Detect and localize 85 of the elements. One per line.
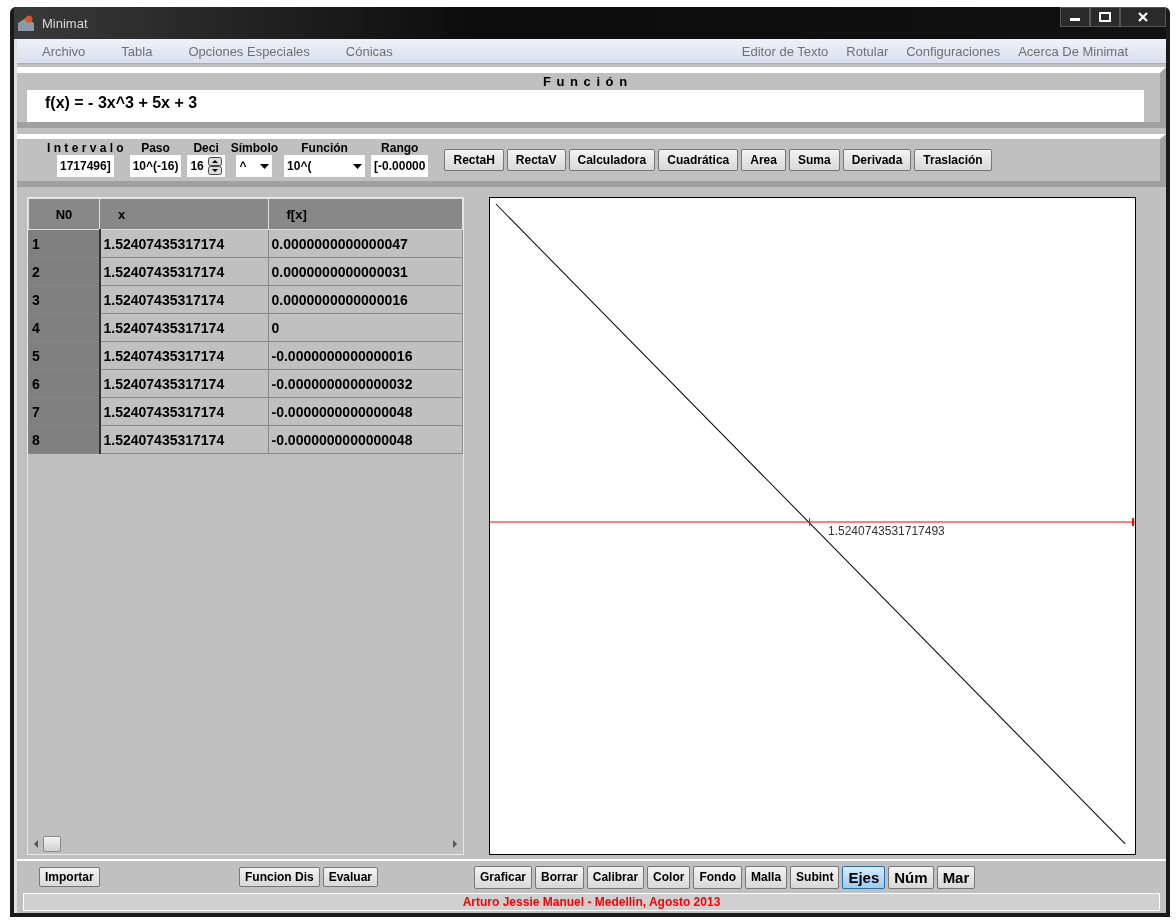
credits-text: Arturo Jessie Manuel - Medellin, Agosto 2013 xyxy=(462,895,721,909)
house-icon xyxy=(16,14,36,32)
maximize-button[interactable] xyxy=(1090,7,1120,27)
tool-button[interactable]: Area xyxy=(741,149,786,171)
menu-item[interactable]: Editor de Texto xyxy=(741,43,829,59)
table-cell: 1.52407435317174 xyxy=(99,397,268,426)
table-cell: 0.0000000000000047 xyxy=(268,229,463,258)
table-cell: 1.52407435317174 xyxy=(99,285,268,314)
table-cell: 1.52407435317174 xyxy=(99,313,268,342)
table-cell: 0.0000000000000031 xyxy=(268,257,463,286)
root-label: 1.5240743531717493 xyxy=(828,524,945,538)
plot-option-button[interactable]: Borrar xyxy=(535,865,584,889)
table-cell: 0 xyxy=(268,313,463,342)
row-header: 4 xyxy=(28,313,100,342)
spinner-arrows-icon xyxy=(207,157,222,175)
field-label: Paso xyxy=(141,141,170,155)
menu-item[interactable]: Opciones Especiales xyxy=(188,43,310,59)
row-header: 1 xyxy=(28,229,100,258)
dropdown-caret-icon xyxy=(353,163,363,169)
plot-option-button[interactable]: Ejes xyxy=(842,865,886,889)
field-label: I n t e r v a l o xyxy=(47,141,124,155)
row-header: 6 xyxy=(28,369,100,398)
menu-item[interactable]: Tabla xyxy=(121,43,153,59)
menu-item[interactable]: Rotular xyxy=(846,43,889,59)
plot-option-button[interactable]: Malla xyxy=(745,865,788,889)
plot-option-button[interactable]: Fondo xyxy=(693,865,743,889)
tool-button[interactable]: RectaV xyxy=(506,149,566,171)
row-header: 2 xyxy=(28,257,100,286)
scroll-right-icon xyxy=(451,839,459,849)
table-cell: -0.0000000000000048 xyxy=(268,397,463,426)
table-cell: 1.52407435317174 xyxy=(99,341,268,370)
dropdown[interactable]: ^ xyxy=(236,155,273,177)
plot-option-button[interactable]: Mar xyxy=(936,865,976,889)
table-cell: 1.52407435317174 xyxy=(99,425,268,454)
field-label: Rango xyxy=(381,141,419,155)
panel-heading: F u n c i ó n xyxy=(541,73,630,90)
column-header[interactable]: f[x] xyxy=(268,198,463,230)
tool-button[interactable]: Derivada xyxy=(842,149,912,171)
window-title: Minimat xyxy=(42,15,88,31)
tool-button[interactable]: RectaH xyxy=(444,149,504,171)
table-cell: -0.0000000000000032 xyxy=(268,369,463,398)
dropdown-caret-icon xyxy=(260,163,270,169)
tool-button[interactable]: Traslación xyxy=(914,149,992,171)
function-field[interactable]: f(x) = - 3x^3 + 5x + 3 xyxy=(27,90,1144,122)
table-cell: -0.0000000000000016 xyxy=(268,341,463,370)
action-button[interactable]: Evaluar xyxy=(322,867,379,887)
input-field[interactable]: 1717496] xyxy=(57,155,114,177)
plot-option-button[interactable]: Subint xyxy=(790,865,840,889)
import-button[interactable]: Importar xyxy=(39,867,100,887)
column-header[interactable]: x xyxy=(99,198,268,230)
plot-option-button[interactable]: Graficar xyxy=(474,865,533,889)
close-button[interactable] xyxy=(1120,7,1166,27)
row-header: 7 xyxy=(28,397,100,426)
table-cell: 1.52407435317174 xyxy=(99,257,268,286)
menu-item[interactable]: Cónicas xyxy=(345,43,393,59)
close-icon xyxy=(1137,12,1149,22)
input-field[interactable]: [-0.00000 xyxy=(371,155,429,177)
dropdown[interactable]: 10^( xyxy=(284,155,366,177)
field-label: Deci xyxy=(193,141,219,155)
column-header[interactable]: N0 xyxy=(28,198,100,230)
menu-item[interactable]: Archivo xyxy=(42,43,86,59)
plot-option-button[interactable]: Núm xyxy=(888,865,934,889)
scroll-left-icon xyxy=(32,839,40,849)
row-header: 5 xyxy=(28,341,100,370)
field-label: Función xyxy=(301,141,348,155)
menu-item[interactable]: Acerca De Minimat xyxy=(1018,43,1128,59)
table-cell: 1.52407435317174 xyxy=(99,229,268,258)
minimize-button[interactable] xyxy=(1060,7,1090,27)
spinner-field[interactable]: 16 xyxy=(187,155,225,177)
menu-item[interactable]: Configuraciones xyxy=(906,43,1001,59)
plot-option-button[interactable]: Calibrar xyxy=(586,865,645,889)
field-label: Símbolo xyxy=(230,141,279,155)
tool-button[interactable]: Calculadora xyxy=(568,149,656,171)
action-button[interactable]: Funcion Dis xyxy=(239,867,320,887)
scrollbar-thumb[interactable] xyxy=(43,836,61,852)
plot-option-button[interactable]: Color xyxy=(647,865,691,889)
row-header: 3 xyxy=(28,285,100,314)
tool-button[interactable]: Suma xyxy=(788,149,840,171)
table-cell: -0.0000000000000048 xyxy=(268,425,463,454)
row-header: 8 xyxy=(28,425,100,454)
table-cell: 1.52407435317174 xyxy=(99,369,268,398)
table-cell: 0.0000000000000016 xyxy=(268,285,463,314)
maximize-icon xyxy=(1099,12,1111,22)
input-field[interactable]: 10^(-16) xyxy=(129,155,182,177)
tool-button[interactable]: Cuadrática xyxy=(658,149,739,171)
